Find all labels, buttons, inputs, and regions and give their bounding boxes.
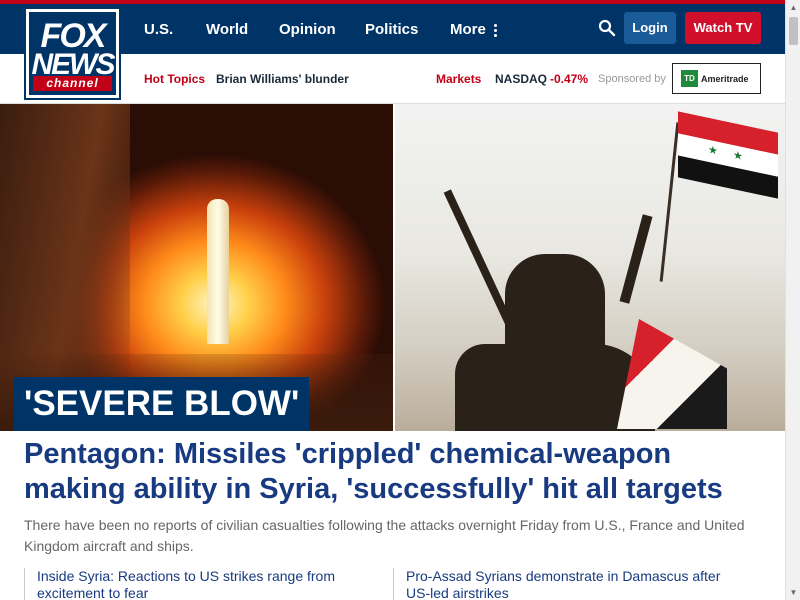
nav-more-label: More: [450, 21, 486, 38]
market-index-name: NASDAQ: [495, 72, 548, 86]
search-icon: [598, 19, 616, 37]
market-index-change: -0.47%: [550, 72, 589, 86]
hot-topics-label[interactable]: Hot Topics: [144, 71, 205, 87]
nav-more[interactable]: More: [450, 21, 497, 39]
missile-shape: [207, 199, 229, 344]
crowd-flag-photo: ★ ★: [395, 104, 785, 431]
sponsor-logo[interactable]: TD Ameritrade: [672, 63, 761, 94]
scroll-up-arrow-icon[interactable]: ▲: [786, 0, 800, 15]
login-button[interactable]: Login: [624, 12, 676, 44]
syrian-flag-icon: ★ ★: [678, 111, 778, 200]
nav-world[interactable]: World: [206, 21, 248, 39]
td-logo-icon: TD: [681, 70, 698, 87]
related-link-1[interactable]: Inside Syria: Reactions to US strikes ra…: [24, 568, 369, 600]
related-link-2[interactable]: Pro-Assad Syrians demonstrate in Damascu…: [393, 568, 738, 600]
nav-politics[interactable]: Politics: [365, 21, 418, 39]
sponsor-name: Ameritrade: [701, 74, 749, 84]
markets-link[interactable]: Markets: [436, 71, 481, 87]
search-button[interactable]: [598, 19, 616, 37]
nav-us[interactable]: U.S.: [144, 21, 173, 39]
second-flag-icon: [617, 319, 727, 429]
page: U.S. World Opinion Politics More Login W…: [0, 0, 785, 600]
scroll-down-arrow-icon[interactable]: ▼: [786, 585, 800, 600]
scroll-thumb[interactable]: [789, 17, 798, 45]
main-headline[interactable]: Pentagon: Missiles 'crippled' chemical-w…: [24, 437, 764, 507]
fox-news-logo[interactable]: FOX NEWS channel: [24, 7, 121, 100]
hot-topic-link[interactable]: Brian Williams' blunder: [216, 71, 349, 87]
logo-text-channel: channel: [33, 76, 112, 91]
sponsored-label: Sponsored by: [598, 73, 666, 85]
article-dek: There have been no reports of civilian c…: [24, 517, 745, 554]
watch-tv-button[interactable]: Watch TV: [685, 12, 761, 44]
hero-kicker[interactable]: 'SEVERE BLOW': [14, 377, 310, 431]
flag-pole: [659, 122, 680, 282]
vertical-dots-icon: [493, 23, 497, 37]
vertical-scrollbar[interactable]: ▲ ▼: [785, 0, 800, 600]
raised-arm: [619, 214, 653, 304]
kicker-text: 'SEVERE BLOW': [24, 384, 300, 423]
nav-opinion[interactable]: Opinion: [279, 21, 336, 39]
raised-rifle: [443, 189, 515, 329]
